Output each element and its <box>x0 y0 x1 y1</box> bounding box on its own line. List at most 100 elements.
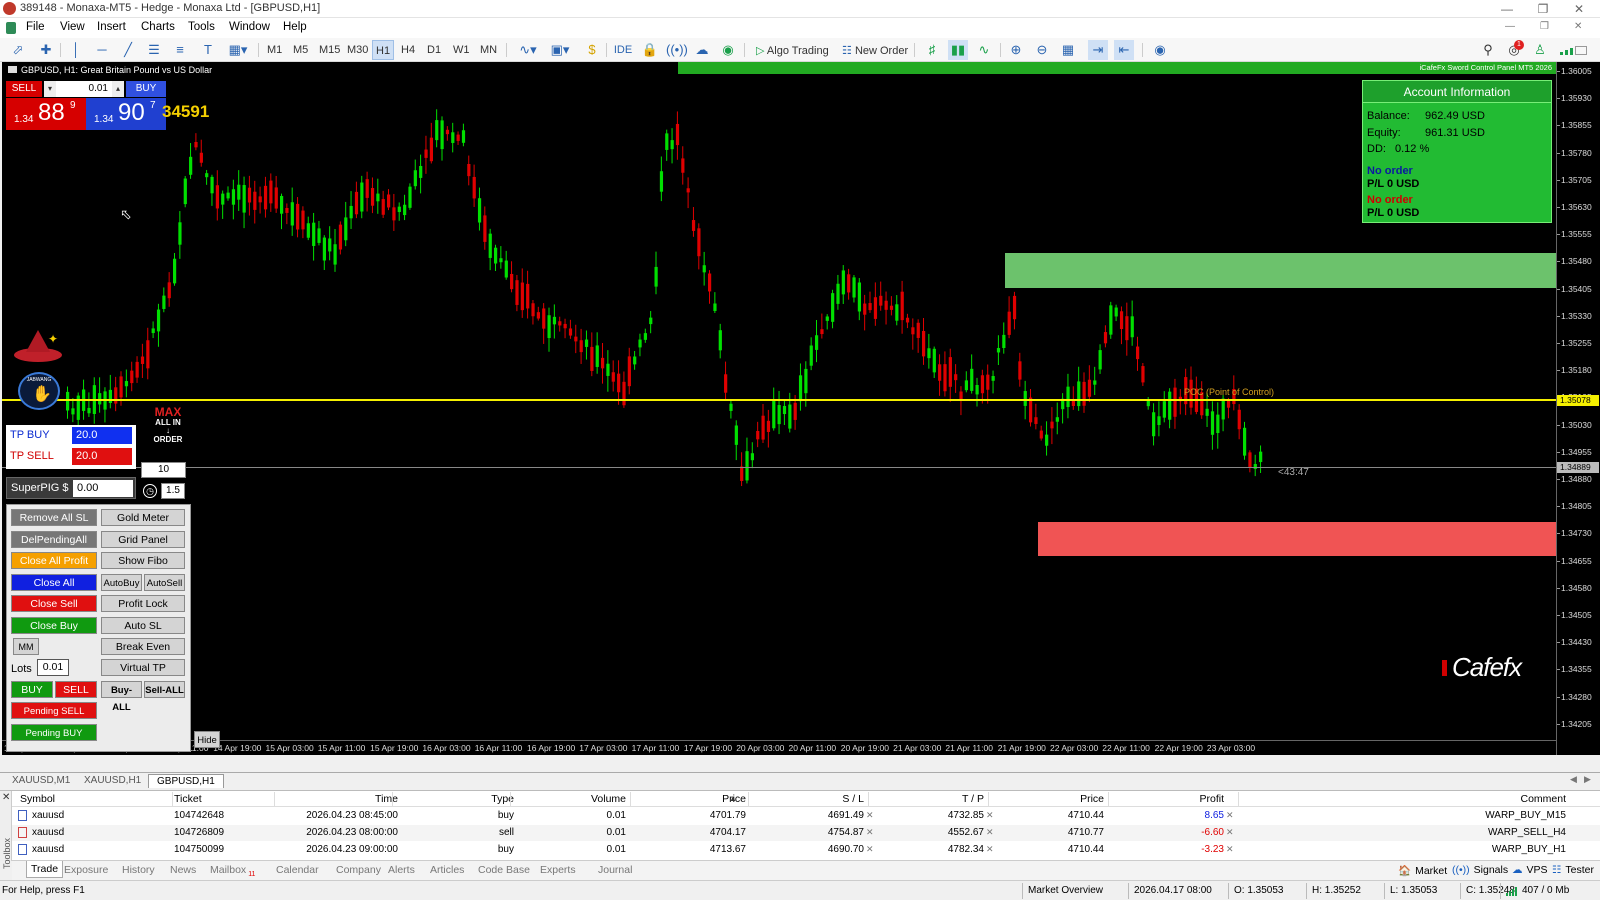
table-row[interactable]: xauusd 104742648 2026.04.23 08:45:00 buy 0.0… <box>12 808 1600 824</box>
zoom-in-icon[interactable]: ⊕ <box>1006 40 1026 60</box>
menu-tools[interactable]: Tools <box>188 21 215 33</box>
auto-sl-button[interactable]: Auto SL <box>101 617 185 634</box>
toolbox-tab[interactable]: History <box>122 864 155 876</box>
lots-input[interactable]: 0.01 <box>37 659 69 676</box>
tp-buy-input[interactable]: 20.0 <box>72 427 132 444</box>
tf-m1[interactable]: M1 <box>264 40 285 60</box>
tp-sell-input[interactable]: 20.0 <box>72 448 132 465</box>
chart-window[interactable]: iCafeFx Sword Control Panel MT5 2026 POC… <box>2 62 1556 755</box>
table-row[interactable]: xauusd 104750099 2026.04.23 09:00:00 buy 0.0… <box>12 842 1600 858</box>
chart-tab-xauusd-h1[interactable]: XAUUSD,H1 <box>76 774 149 788</box>
sell-all-button[interactable]: Sell-ALL <box>144 681 185 698</box>
child-close-icon[interactable]: ✕ <box>1574 21 1582 32</box>
toolbox-link[interactable]: ((•)) Signals <box>1452 864 1508 876</box>
count-input[interactable]: 10 <box>141 462 186 478</box>
table-row[interactable]: xauusd 104726809 2026.04.23 08:00:00 sell 0.… <box>12 825 1600 841</box>
candlestick-icon[interactable]: ▮▮ <box>948 40 968 60</box>
toolbox-tab[interactable]: Alerts <box>388 864 415 876</box>
column-header[interactable]: T / P <box>962 793 984 805</box>
virtual-tp-button[interactable]: Virtual TP <box>101 659 185 676</box>
chart-tab-gbpusd-h1[interactable]: GBPUSD,H1 <box>148 774 224 788</box>
dollar-icon[interactable]: $ <box>582 40 602 60</box>
lock-icon[interactable]: 🔒 <box>640 40 660 60</box>
toolbox-link[interactable]: 🏠 Market <box>1398 864 1447 877</box>
pending-buy-button[interactable]: Pending BUY <box>11 724 97 741</box>
toolbox-tab[interactable]: Exposure <box>64 864 108 876</box>
sell-button[interactable]: SELL <box>55 681 97 698</box>
channel-icon[interactable]: ☰ <box>144 40 164 60</box>
grid-icon[interactable]: ▦ <box>1058 40 1078 60</box>
shapes-icon[interactable]: ▦▾ <box>224 40 252 60</box>
child-restore-icon[interactable]: ❐ <box>1540 21 1549 32</box>
tf-w1[interactable]: W1 <box>450 40 473 60</box>
remove-icon[interactable]: ✕ <box>866 827 874 838</box>
pending-sell-button[interactable]: Pending SELL <box>11 702 97 719</box>
toolbox-tab[interactable]: Code Base <box>478 864 530 876</box>
column-header[interactable]: S / L <box>842 793 864 805</box>
cursor-icon[interactable]: ⬀ <box>8 40 28 60</box>
tab-scroll-left-icon[interactable]: ◀ <box>1570 774 1577 785</box>
text-icon[interactable]: T <box>198 40 218 60</box>
tf-mn[interactable]: MN <box>477 40 500 60</box>
column-header[interactable]: Volume <box>591 793 626 805</box>
buy-button[interactable]: BUY <box>11 681 53 698</box>
zoom-out-icon[interactable]: ⊖ <box>1032 40 1052 60</box>
toolbox-tab[interactable]: Experts <box>540 864 576 876</box>
restore-icon[interactable]: ❐ <box>1526 1 1560 17</box>
remove-icon[interactable]: ✕ <box>1226 844 1234 855</box>
child-minimize-icon[interactable]: — <box>1505 21 1515 32</box>
menu-window[interactable]: Window <box>229 21 270 33</box>
toolbox-tab[interactable]: Mailbox 11 <box>210 864 255 878</box>
column-header[interactable]: Ticket <box>174 793 202 805</box>
timer-input[interactable]: 1.5 <box>161 483 185 499</box>
remove-icon[interactable]: ✕ <box>986 827 994 838</box>
remove-all-sl-button[interactable]: Remove All SL <box>11 509 97 526</box>
horizontal-line-icon[interactable]: ─ <box>92 40 112 60</box>
profit-lock-button[interactable]: Profit Lock <box>101 595 185 612</box>
search-icon[interactable]: ⚲ <box>1478 40 1498 60</box>
tf-h1[interactable]: H1 <box>372 40 395 60</box>
line-chart-icon[interactable]: ∿ <box>974 40 994 60</box>
account-icon[interactable]: ♙ <box>1530 40 1550 60</box>
lot-input[interactable]: 0.01 <box>56 81 112 97</box>
toolbox-tab[interactable]: Journal <box>598 864 632 876</box>
menu-help[interactable]: Help <box>283 21 307 33</box>
tf-m15[interactable]: M15 <box>316 40 343 60</box>
close-all-profit-button[interactable]: Close All Profit <box>11 552 97 569</box>
column-header[interactable]: Time <box>375 793 398 805</box>
mm-button[interactable]: MM <box>13 638 39 655</box>
remove-icon[interactable]: ✕ <box>866 844 874 855</box>
status-profile[interactable]: Market Overview <box>1028 885 1103 896</box>
chart-shift-icon[interactable]: ⇤ <box>1114 40 1134 60</box>
column-header[interactable]: Price <box>1080 793 1104 805</box>
toolbox-link[interactable]: ☷ Tester <box>1552 864 1594 876</box>
one-click-sell-button[interactable]: SELL <box>6 81 42 97</box>
superpig-input[interactable]: 0.00 <box>73 480 133 497</box>
toolbox-close-icon[interactable]: ✕ <box>2 792 10 803</box>
toolbox-tab[interactable]: Company <box>336 864 381 876</box>
gold-meter-button[interactable]: Gold Meter <box>101 509 185 526</box>
lot-down-icon[interactable]: ▾ <box>44 81 56 97</box>
tf-m30[interactable]: M30 <box>344 40 371 60</box>
close-all-button[interactable]: Close All <box>11 574 97 591</box>
tf-h4[interactable]: H4 <box>398 40 418 60</box>
buy-all-button[interactable]: Buy-ALL <box>101 681 142 713</box>
tf-m5[interactable]: M5 <box>290 40 311 60</box>
globe-icon[interactable]: ◉ <box>718 40 738 60</box>
screenshot-icon[interactable]: ◉ <box>1150 40 1170 60</box>
templates-icon[interactable]: ▣▾ <box>546 40 574 60</box>
close-buy-button[interactable]: Close Buy <box>11 617 97 634</box>
crosshair-icon[interactable]: ✚ <box>36 40 56 60</box>
new-order-button[interactable]: ☷ New Order <box>836 40 914 60</box>
one-click-buy-button[interactable]: BUY <box>126 81 166 97</box>
chart-tab-xauusd-m1[interactable]: XAUUSD,M1 <box>4 774 78 788</box>
break-even-button[interactable]: Break Even <box>101 638 185 655</box>
remove-icon[interactable]: ✕ <box>986 844 994 855</box>
hide-button[interactable]: Hide <box>194 731 220 748</box>
del-pending-all-button[interactable]: DelPendingAll <box>11 531 97 548</box>
fibo-icon[interactable]: ≡ <box>170 40 190 60</box>
grid-panel-button[interactable]: Grid Panel <box>101 531 185 548</box>
toolbox-link[interactable]: ☁ VPS <box>1512 864 1548 876</box>
auto-sell-button[interactable]: AutoSell <box>144 574 185 591</box>
tab-scroll-right-icon[interactable]: ▶ <box>1584 774 1591 785</box>
